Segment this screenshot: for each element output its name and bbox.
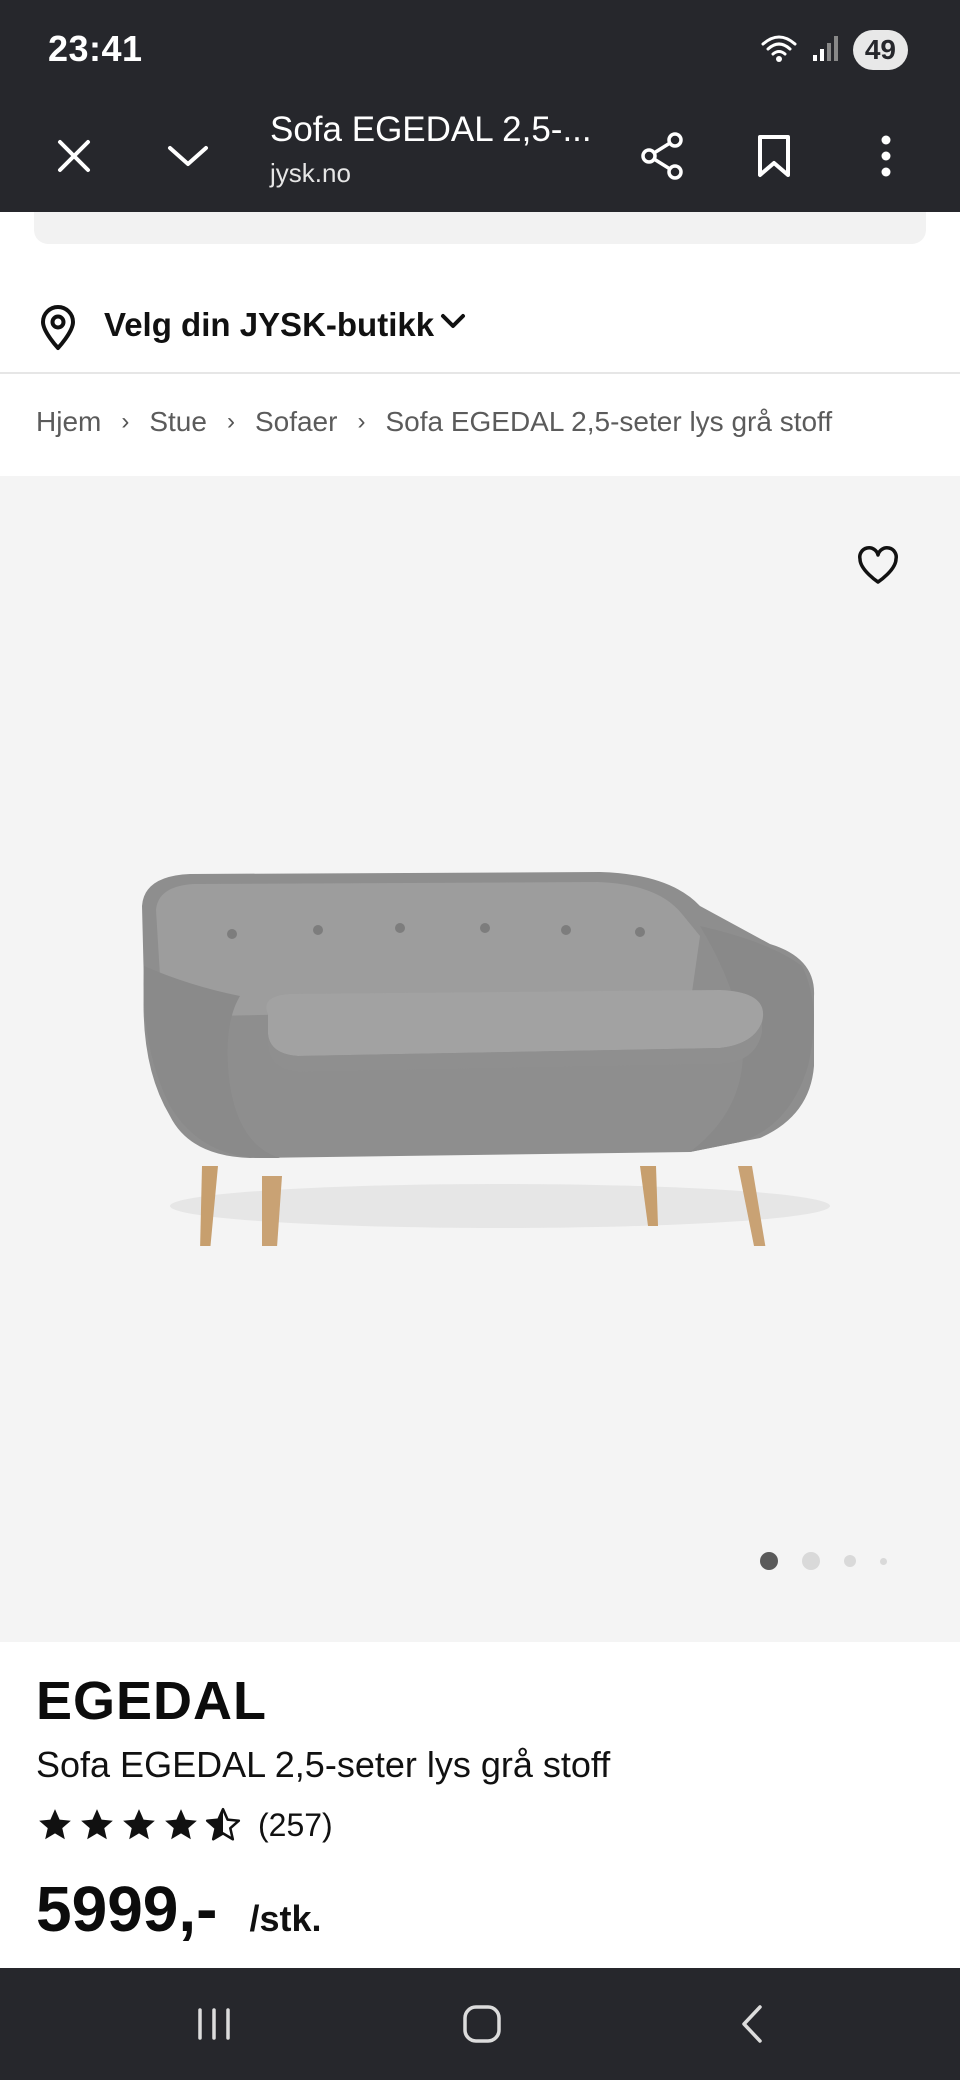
home-icon[interactable] <box>452 1996 512 2052</box>
chevron-right-icon: › <box>121 408 130 435</box>
gallery-pagination <box>760 1552 887 1570</box>
breadcrumb-item-current: Sofa EGEDAL 2,5-seter lys grå stoff <box>385 406 833 437</box>
signal-icon <box>811 33 841 68</box>
gallery-dot[interactable] <box>844 1555 856 1567</box>
share-icon[interactable] <box>633 126 693 186</box>
back-icon[interactable] <box>722 1996 782 2052</box>
price-unit: /stk. <box>249 1898 322 1939</box>
product-rating[interactable]: (257) <box>36 1806 333 1844</box>
page-url[interactable]: jysk.no <box>270 158 351 189</box>
gallery-dot[interactable] <box>802 1552 820 1570</box>
more-vert-icon[interactable] <box>856 126 916 186</box>
product-gallery[interactable] <box>0 476 960 1642</box>
breadcrumb-item-stue[interactable]: Stue <box>149 406 207 438</box>
chevron-down-icon[interactable] <box>158 126 218 186</box>
gallery-dot[interactable] <box>880 1557 887 1565</box>
star-icon <box>165 1809 197 1840</box>
rating-stars <box>36 1806 242 1844</box>
star-icon <box>81 1809 113 1840</box>
breadcrumb: Hjem › Stue › Sofaer › Sofa EGEDAL 2,5-s… <box>36 406 832 438</box>
chevron-right-icon: › <box>357 408 366 435</box>
browser-toolbar: Sofa EGEDAL 2,5-... jysk.no <box>0 100 960 212</box>
store-selector-label: Velg din JYSK-butikk <box>104 306 435 343</box>
product-name: Sofa EGEDAL 2,5-seter lys grå stoff <box>36 1744 611 1785</box>
store-selector[interactable]: Velg din JYSK-butikk <box>0 284 960 374</box>
rating-count[interactable]: (257) <box>258 1807 333 1844</box>
page-title[interactable]: Sofa EGEDAL 2,5-... <box>270 110 592 150</box>
gallery-dot-active[interactable] <box>760 1552 778 1570</box>
heart-icon[interactable] <box>850 538 906 594</box>
status-icons: 49 <box>759 30 908 70</box>
status-bar: 23:41 49 <box>0 0 960 100</box>
star-half-icon <box>205 1807 241 1841</box>
chevron-right-icon: › <box>226 408 235 435</box>
product-brand: EGEDAL <box>36 1671 268 1731</box>
star-icon <box>123 1809 155 1840</box>
search-card-edge <box>34 212 926 244</box>
star-icon <box>39 1809 71 1840</box>
battery-icon: 49 <box>852 30 908 70</box>
system-nav-bar <box>0 1968 960 2080</box>
wifi-icon <box>759 32 799 69</box>
price-row: 5999,- /stk. <box>36 1872 322 1946</box>
product-image[interactable] <box>130 866 830 1286</box>
recent-apps-icon[interactable] <box>184 1996 244 2052</box>
status-time: 23:41 <box>48 28 143 69</box>
product-price: 5999,- <box>36 1873 218 1945</box>
bookmark-icon[interactable] <box>744 126 804 186</box>
breadcrumb-item-sofaer[interactable]: Sofaer <box>255 406 338 438</box>
location-pin-icon <box>38 304 78 357</box>
breadcrumb-item-hjem[interactable]: Hjem <box>36 406 101 438</box>
chevron-down-icon <box>440 312 466 335</box>
close-icon[interactable] <box>44 126 104 186</box>
